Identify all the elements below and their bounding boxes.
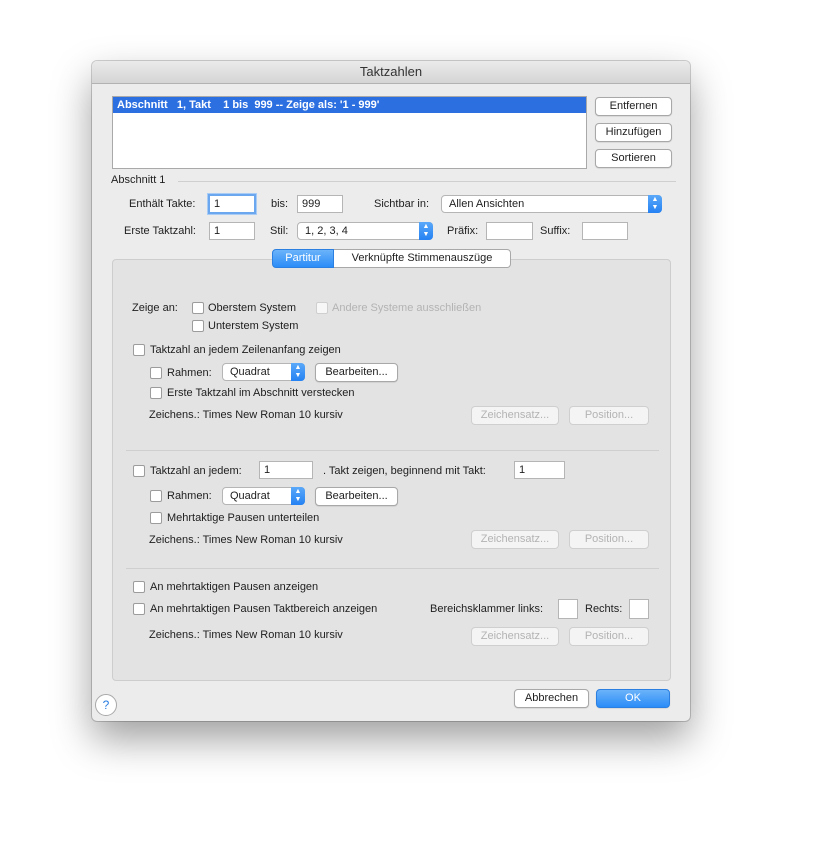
- split-rests-label: Mehrtaktige Pausen unterteilen: [167, 512, 320, 524]
- cancel-button[interactable]: Abbrechen: [514, 689, 589, 708]
- every-n-label: Taktzahl an jedem:: [150, 465, 242, 477]
- exclude-other-checkbox[interactable]: [316, 302, 328, 314]
- font3-button[interactable]: Zeichensatz...: [471, 627, 559, 646]
- edit2-button[interactable]: Bearbeiten...: [315, 487, 398, 506]
- tab-score[interactable]: Partitur: [272, 249, 334, 268]
- updown-chevron-icon: ▲ ▼: [648, 195, 662, 213]
- prefix-label: Präfix:: [447, 225, 479, 237]
- show-rests-label: An mehrtaktigen Pausen anzeigen: [150, 581, 319, 593]
- frame2-select[interactable]: Quadrat ▲ ▼: [222, 487, 305, 505]
- list-item[interactable]: Abschnitt 1, Takt 1 bis 999 -- Zeige als…: [113, 97, 586, 113]
- frame1-value: Quadrat: [230, 366, 270, 378]
- suffix-input[interactable]: [582, 222, 628, 240]
- frame1-checkbox[interactable]: [150, 367, 162, 379]
- contains-from-input[interactable]: [208, 194, 256, 214]
- start-measure-input[interactable]: [514, 461, 565, 479]
- top-staff-label: Oberstem System: [208, 302, 297, 314]
- visible-in-value: Allen Ansichten: [449, 198, 525, 210]
- bracket-left-input[interactable]: [558, 599, 578, 619]
- edit1-button[interactable]: Bearbeiten...: [315, 363, 398, 382]
- frame2-checkbox[interactable]: [150, 490, 162, 502]
- sort-button[interactable]: Sortieren: [595, 149, 672, 168]
- line-start-checkbox[interactable]: [133, 344, 145, 356]
- to-label: bis:: [271, 198, 289, 210]
- add-button[interactable]: Hinzufügen: [595, 123, 672, 142]
- every-n-checkbox[interactable]: [133, 465, 145, 477]
- style-value: 1, 2, 3, 4: [305, 225, 348, 237]
- bottom-staff-checkbox[interactable]: [192, 320, 204, 332]
- first-number-input[interactable]: [209, 222, 255, 240]
- frame2-value: Quadrat: [230, 490, 270, 502]
- contains-to-input[interactable]: [297, 195, 343, 213]
- show-on-label: Zeige an:: [132, 302, 178, 314]
- frame1-select[interactable]: Quadrat ▲ ▼: [222, 363, 305, 381]
- hide-first-checkbox[interactable]: [150, 387, 162, 399]
- visible-in-select[interactable]: Allen Ansichten ▲ ▼: [441, 195, 662, 213]
- group-divider: [126, 568, 659, 569]
- show-range-label: An mehrtaktigen Pausen Taktbereich anzei…: [150, 603, 378, 615]
- bracket-right-input[interactable]: [629, 599, 649, 619]
- group-divider: [126, 450, 659, 451]
- position2-button[interactable]: Position...: [569, 530, 649, 549]
- font2-button[interactable]: Zeichensatz...: [471, 530, 559, 549]
- style-select[interactable]: 1, 2, 3, 4 ▲ ▼: [297, 222, 433, 240]
- every-n-input[interactable]: [259, 461, 313, 479]
- bracket-right-label: Rechts:: [585, 603, 623, 615]
- window-title: Taktzahlen: [92, 61, 690, 84]
- font3-info: Zeichens.: Times New Roman 10 kursiv: [149, 629, 343, 641]
- frame1-label: Rahmen:: [167, 367, 212, 379]
- hide-first-label: Erste Taktzahl im Abschnitt verstecken: [167, 387, 355, 399]
- bottom-staff-label: Unterstem System: [208, 320, 299, 332]
- first-number-label: Erste Taktzahl:: [124, 225, 196, 237]
- exclude-other-label: Andere Systeme ausschließen: [332, 302, 482, 314]
- updown-chevron-icon: ▲ ▼: [291, 363, 305, 381]
- line-start-label: Taktzahl an jedem Zeilenanfang zeigen: [150, 344, 341, 356]
- question-mark-icon[interactable]: ?: [95, 694, 117, 716]
- section-list[interactable]: Abschnitt 1, Takt 1 bis 999 -- Zeige als…: [112, 96, 587, 169]
- visible-label: Sichtbar in:: [374, 198, 430, 210]
- position1-button[interactable]: Position...: [569, 406, 649, 425]
- updown-chevron-icon: ▲ ▼: [291, 487, 305, 505]
- section-heading: Abschnitt 1: [111, 174, 166, 186]
- suffix-label: Suffix:: [540, 225, 571, 237]
- split-rests-checkbox[interactable]: [150, 512, 162, 524]
- position3-button[interactable]: Position...: [569, 627, 649, 646]
- show-range-checkbox[interactable]: [133, 603, 145, 615]
- style-label: Stil:: [270, 225, 289, 237]
- dialog-window: Taktzahlen Abschnitt 1, Takt 1 bis 999 -…: [92, 61, 690, 721]
- top-staff-checkbox[interactable]: [192, 302, 204, 314]
- font1-button[interactable]: Zeichensatz...: [471, 406, 559, 425]
- every-n-suffix: . Takt zeigen, beginnend mit Takt:: [323, 465, 486, 477]
- ok-button[interactable]: OK: [596, 689, 670, 708]
- show-rests-checkbox[interactable]: [133, 581, 145, 593]
- font2-info: Zeichens.: Times New Roman 10 kursiv: [149, 534, 343, 546]
- contains-label: Enthält Takte:: [129, 198, 196, 210]
- font1-info: Zeichens.: Times New Roman 10 kursiv: [149, 409, 343, 421]
- updown-chevron-icon: ▲ ▼: [419, 222, 433, 240]
- prefix-input[interactable]: [486, 222, 533, 240]
- tab-linked-parts[interactable]: Verknüpfte Stimmenauszüge: [334, 249, 511, 268]
- remove-button[interactable]: Entfernen: [595, 97, 672, 116]
- frame2-label: Rahmen:: [167, 490, 212, 502]
- bracket-left-label: Bereichsklammer links:: [430, 603, 544, 615]
- section-divider: [178, 181, 676, 182]
